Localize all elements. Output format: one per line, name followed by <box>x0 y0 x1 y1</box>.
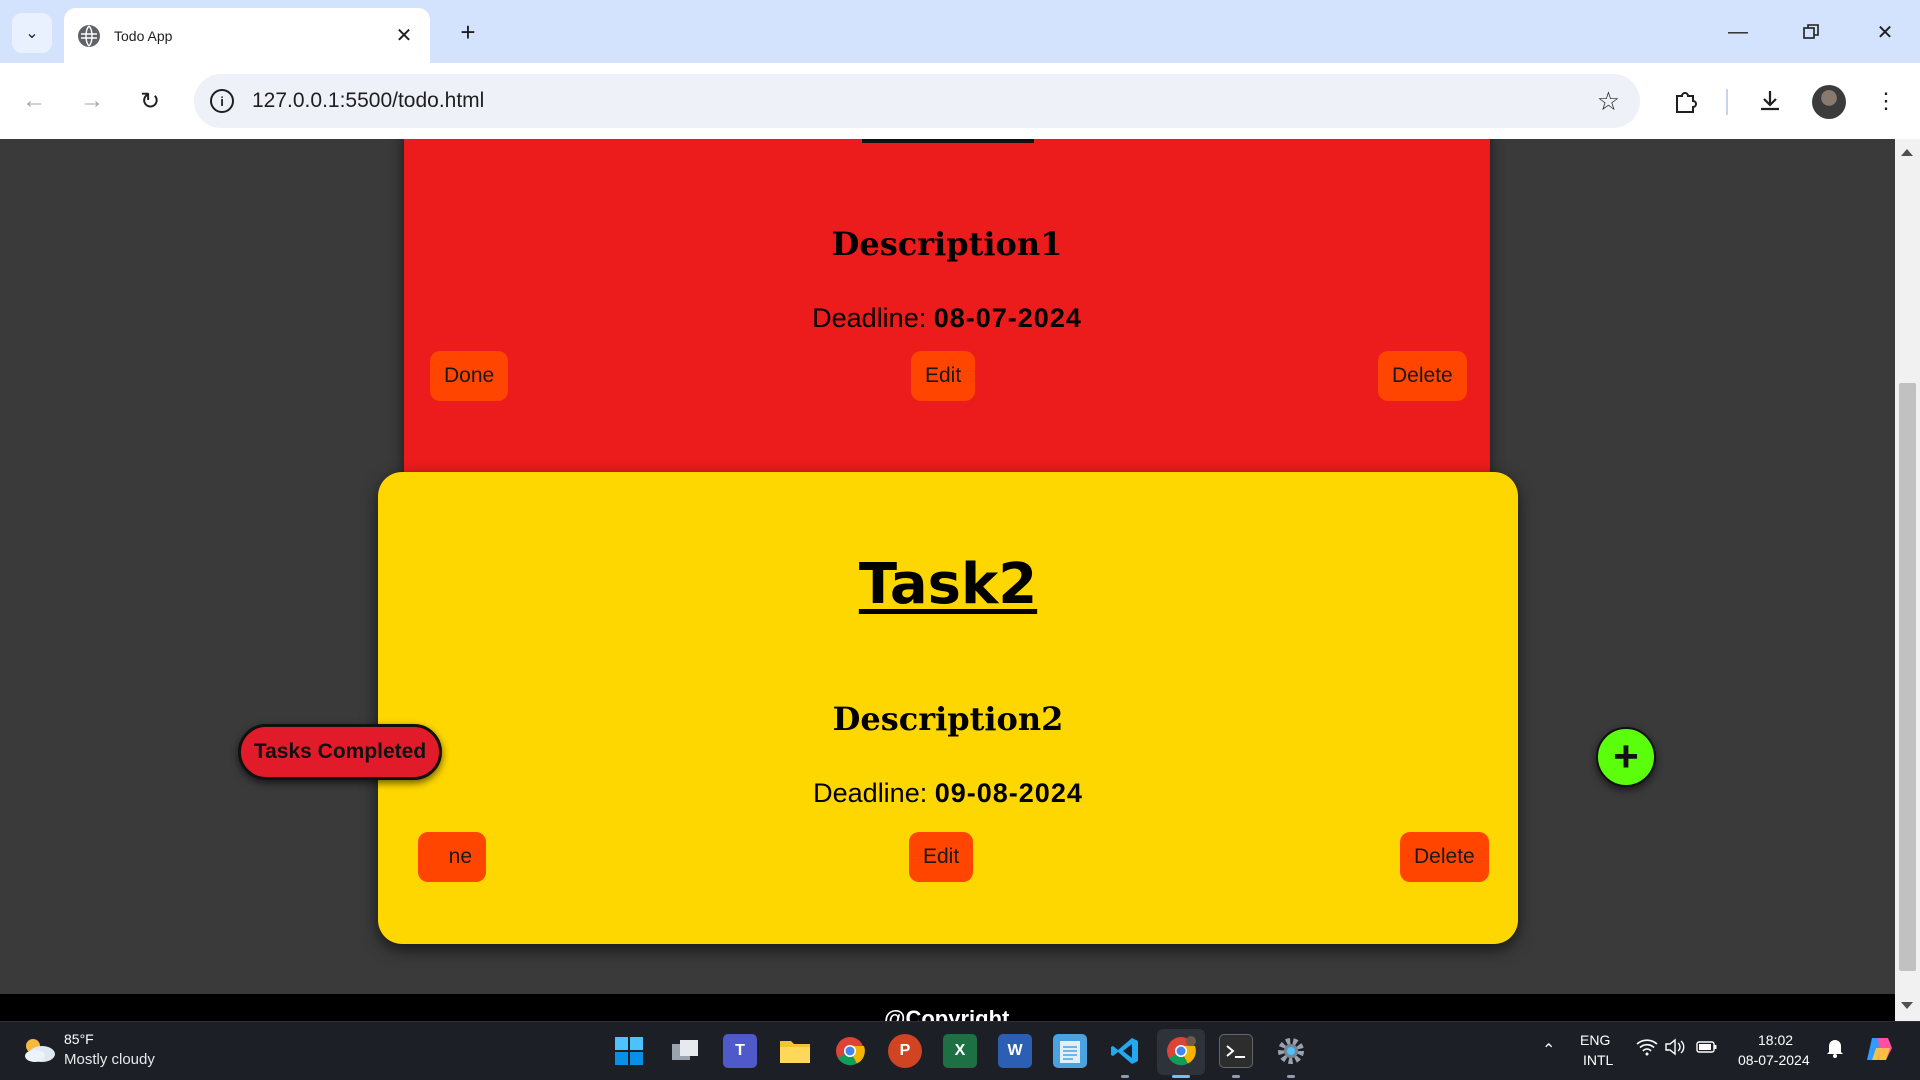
vscode-icon[interactable] <box>1108 1034 1142 1068</box>
task-description: Description2 <box>832 700 1064 738</box>
deadline-date: 08-07-2024 <box>933 303 1082 333</box>
edit-button[interactable]: Edit <box>909 832 974 882</box>
url-text[interactable]: 127.0.0.1:5500/todo.html <box>252 89 1597 113</box>
os-taskbar: 85°F Mostly cloudy T P X W ⌃ ENG INTL 18… <box>0 1021 1920 1080</box>
download-icon[interactable] <box>1750 81 1790 121</box>
chrome-profile-icon[interactable] <box>1164 1034 1198 1068</box>
clock-time[interactable]: 18:02 <box>1758 1032 1793 1048</box>
powerpoint-icon[interactable]: P <box>888 1034 922 1068</box>
task-deadline: Deadline: 09-08-2024 <box>378 778 1518 809</box>
scrollbar-thumb[interactable] <box>1899 383 1916 971</box>
deadline-label: Deadline: <box>812 303 927 333</box>
battery-icon[interactable] <box>1696 1038 1718 1059</box>
new-tab-icon[interactable]: + <box>452 16 484 48</box>
windows-start-icon[interactable] <box>612 1034 646 1068</box>
tab-search-chevron-icon[interactable]: ⌄ <box>12 13 52 53</box>
page-footer: @Copyright <box>0 994 1895 1021</box>
settings-gear-icon[interactable] <box>1274 1034 1308 1068</box>
close-window-icon[interactable]: ✕ <box>1855 12 1915 52</box>
language-layout[interactable]: INTL <box>1583 1052 1613 1068</box>
task-view-icon[interactable] <box>668 1034 702 1068</box>
add-task-button[interactable]: + <box>1596 727 1656 787</box>
teams-icon[interactable]: T <box>723 1034 757 1068</box>
browser-toolbar: ← → ↻ i 127.0.0.1:5500/todo.html ☆ ⋮ <box>0 63 1920 139</box>
task-deadline: Deadline: 08-07-2024 <box>404 303 1490 334</box>
forward-arrow-icon[interactable]: → <box>72 81 112 121</box>
excel-icon[interactable]: X <box>943 1034 977 1068</box>
done-button[interactable]: Done <box>430 351 509 401</box>
scroll-down-arrow-icon[interactable] <box>1901 1002 1913 1009</box>
footer-copyright: @Copyright <box>884 1006 1010 1021</box>
running-indicator <box>1287 1075 1295 1078</box>
tab-close-icon[interactable]: ✕ <box>390 22 418 50</box>
terminal-icon[interactable] <box>1219 1034 1253 1068</box>
language-code[interactable]: ENG <box>1580 1032 1610 1048</box>
chrome-icon[interactable] <box>833 1034 867 1068</box>
notification-bell-icon[interactable] <box>1826 1038 1844 1061</box>
browser-tab[interactable]: Todo App ✕ <box>64 8 430 63</box>
notepad-icon[interactable] <box>1053 1034 1087 1068</box>
scroll-up-arrow-icon[interactable] <box>1901 149 1913 156</box>
task-title-underline <box>862 139 1034 143</box>
done-button[interactable]: ne <box>418 832 486 882</box>
reload-icon[interactable]: ↻ <box>130 81 170 121</box>
task-description: Description1 <box>831 225 1063 263</box>
file-explorer-icon[interactable] <box>778 1034 812 1068</box>
running-indicator <box>1172 1075 1190 1078</box>
extensions-icon[interactable] <box>1666 81 1706 121</box>
bookmark-star-icon[interactable]: ☆ <box>1597 86 1620 117</box>
minimize-icon[interactable]: — <box>1708 12 1768 52</box>
edit-button[interactable]: Edit <box>911 351 976 401</box>
word-icon[interactable]: W <box>998 1034 1032 1068</box>
cloudy-weather-icon[interactable] <box>22 1037 56 1063</box>
show-hidden-icons-chevron-icon[interactable]: ⌃ <box>1542 1040 1555 1060</box>
deadline-label: Deadline: <box>813 778 928 808</box>
address-bar[interactable]: i 127.0.0.1:5500/todo.html ☆ <box>194 74 1640 128</box>
clock-date[interactable]: 08-07-2024 <box>1738 1052 1810 1068</box>
toolbar-separator <box>1726 89 1728 115</box>
page-viewport: Description1 Deadline: 08-07-2024 Done E… <box>0 139 1895 1021</box>
menu-kebab-icon[interactable]: ⋮ <box>1866 81 1906 121</box>
running-indicator <box>1121 1075 1129 1078</box>
browser-tab-bar: ⌄ Todo App ✕ + — ✕ <box>0 0 1920 63</box>
restore-icon[interactable] <box>1781 12 1841 52</box>
site-info-icon[interactable]: i <box>210 89 234 113</box>
wifi-icon[interactable] <box>1636 1038 1658 1061</box>
globe-icon <box>78 24 100 47</box>
copilot-icon[interactable] <box>1864 1034 1894 1067</box>
page-scrollbar[interactable] <box>1895 139 1920 1021</box>
back-arrow-icon[interactable]: ← <box>14 81 54 121</box>
weather-description[interactable]: Mostly cloudy <box>64 1051 155 1068</box>
tasks-completed-button[interactable]: Tasks Completed <box>238 724 442 780</box>
task-title: Task2 <box>858 552 1038 617</box>
task-card-2: Task2 Description2 Deadline: 09-08-2024 … <box>378 472 1518 944</box>
tab-title: Todo App <box>114 27 173 44</box>
running-indicator <box>1232 1075 1240 1078</box>
volume-icon[interactable] <box>1664 1038 1686 1059</box>
profile-avatar[interactable] <box>1812 85 1846 119</box>
deadline-date: 09-08-2024 <box>934 778 1083 808</box>
delete-button[interactable]: Delete <box>1378 351 1467 401</box>
delete-button[interactable]: Delete <box>1400 832 1489 882</box>
weather-temperature[interactable]: 85°F <box>64 1031 94 1047</box>
